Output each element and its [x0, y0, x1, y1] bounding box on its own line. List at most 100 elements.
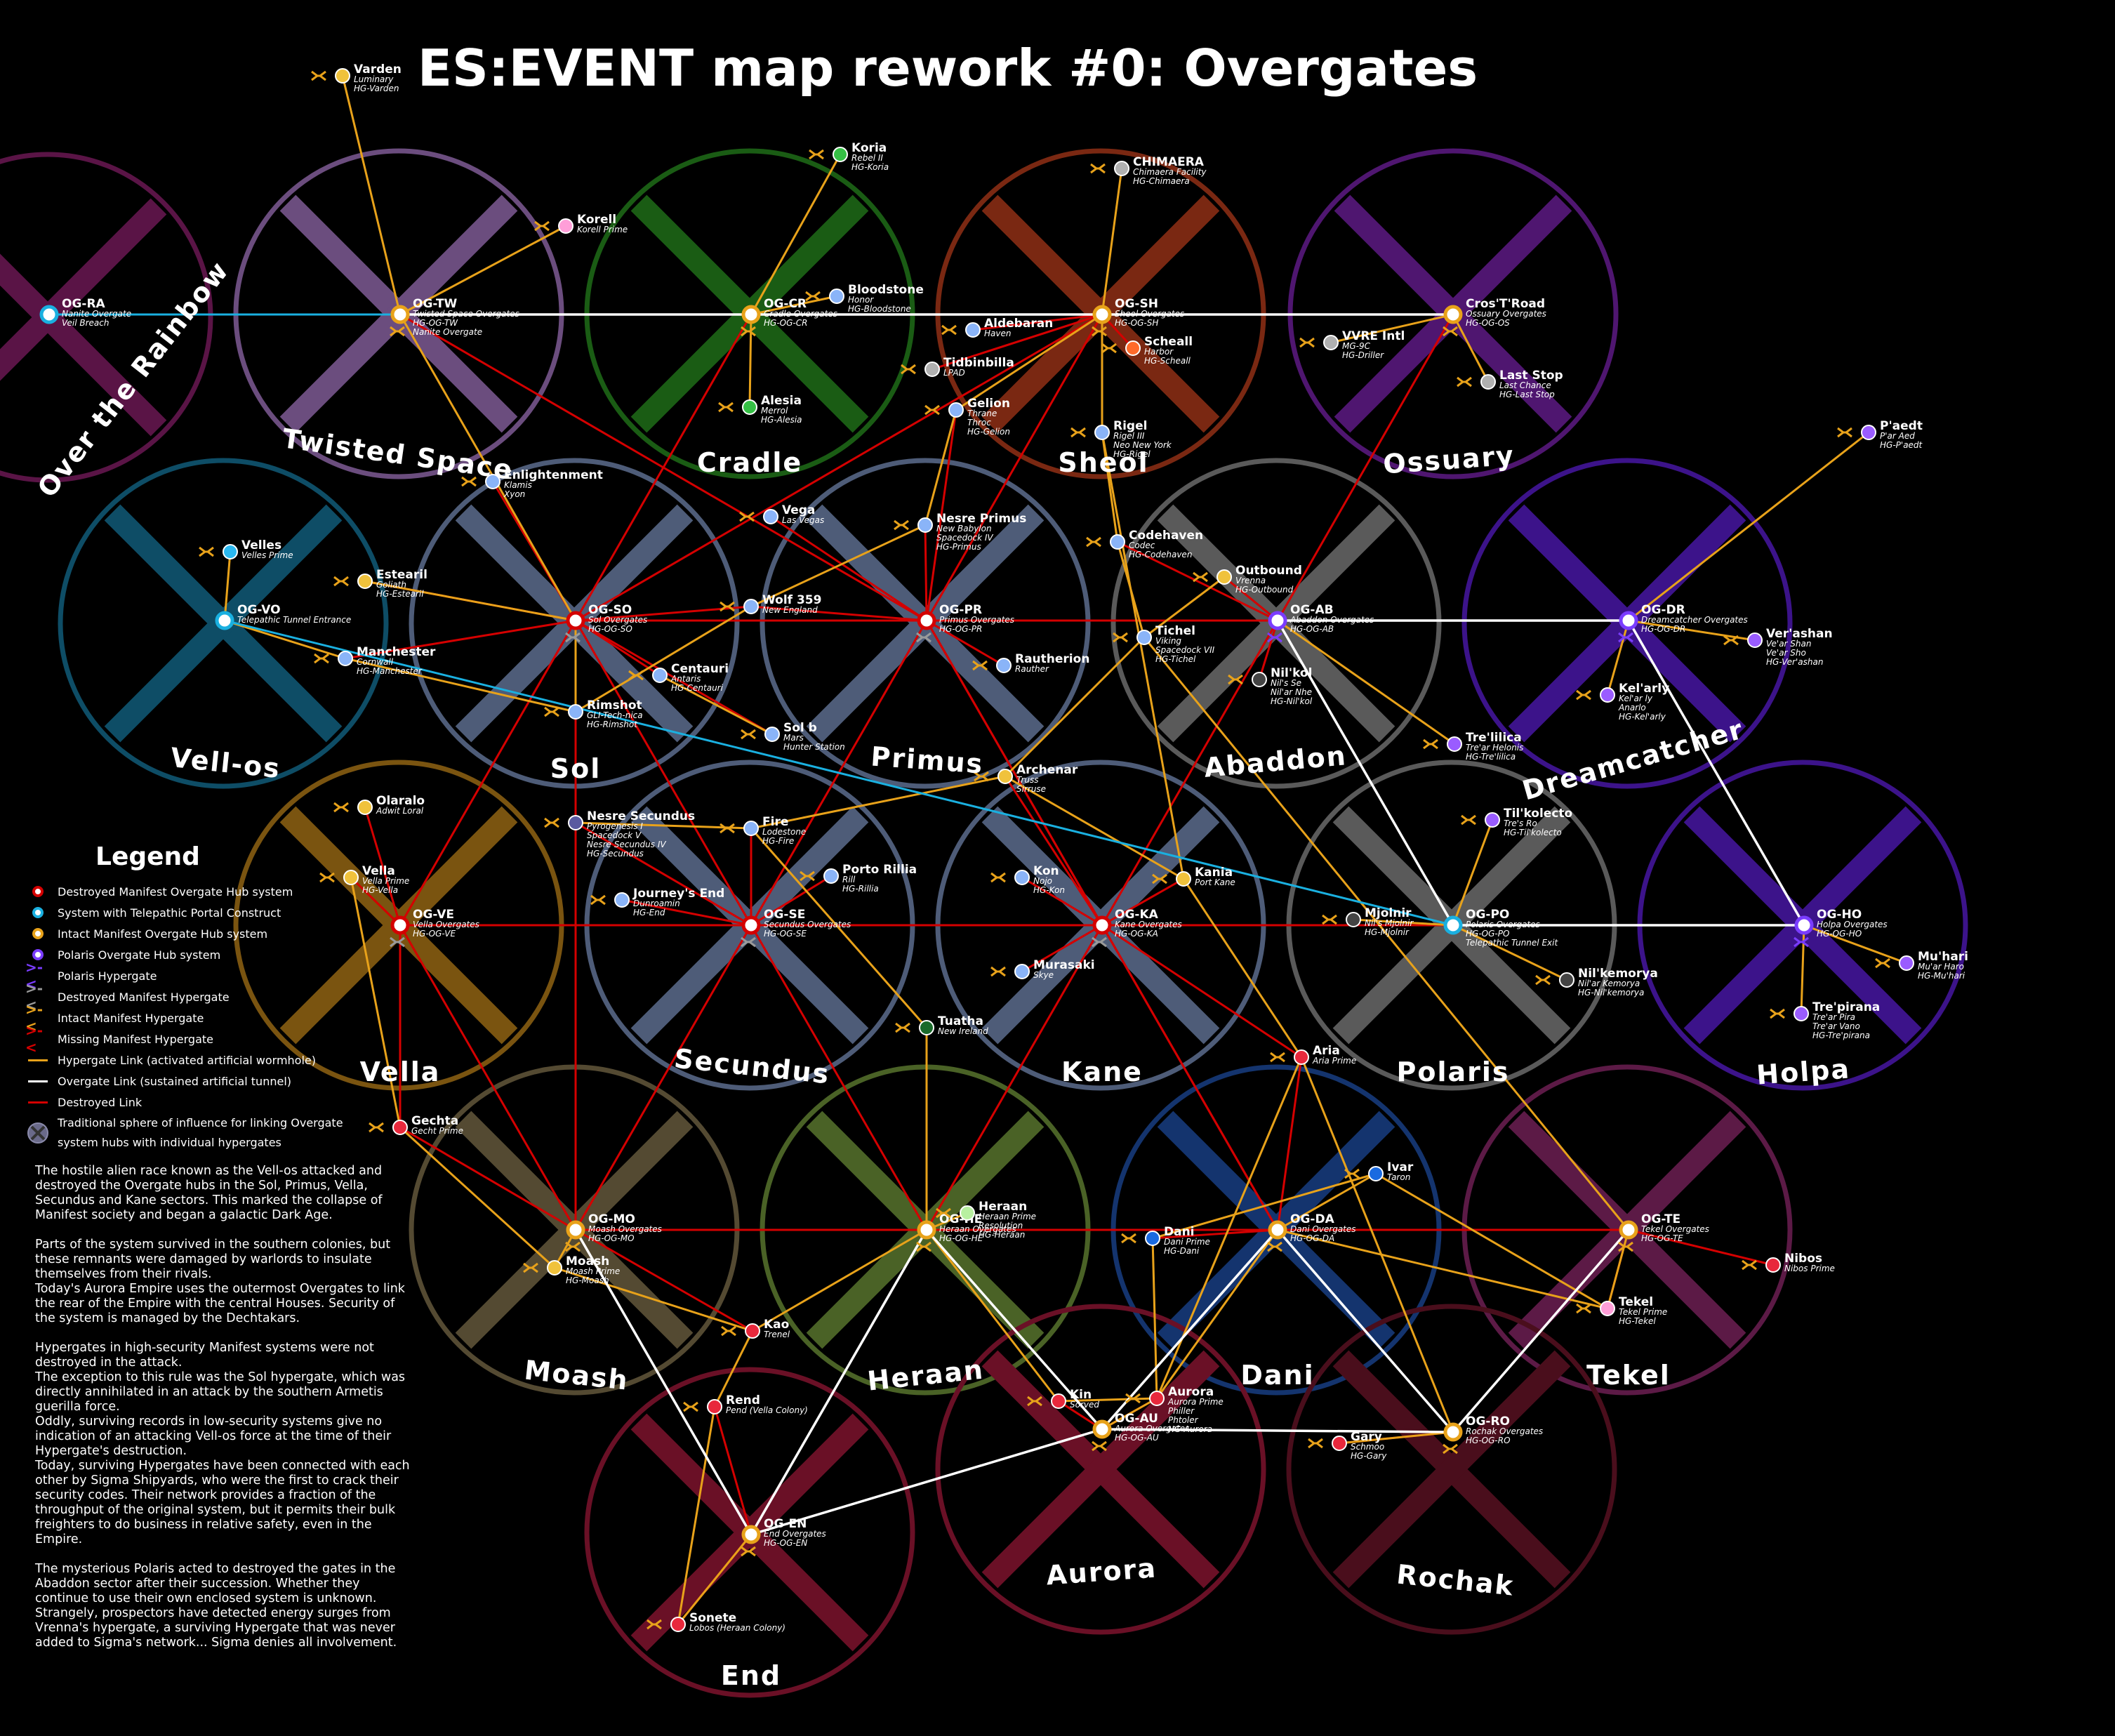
legend-label: Traditional sphere of influence for link…	[58, 1116, 343, 1149]
system-label: Gary Schmoo HG-Gary	[1351, 1430, 1387, 1461]
system-detail: HG-Rillia	[842, 884, 879, 894]
system-detail: Viking	[1155, 636, 1181, 646]
system-detail: HG-Alesia	[761, 415, 802, 425]
system-detail: Nil's Mjolnir	[1365, 918, 1414, 928]
system-detail: Adwit Loral	[376, 806, 424, 816]
system-detail: LPAD	[943, 368, 965, 378]
system-detail: Philler	[1168, 1406, 1195, 1416]
system-detail: HG-OG-PO	[1466, 929, 1509, 939]
legend: Legend Destroyed Manifest Overgate Hub s…	[25, 842, 418, 1153]
system-marker	[1252, 672, 1267, 687]
system-detail: HG-Codehaven	[1129, 550, 1192, 559]
hub-marker	[1619, 1220, 1638, 1240]
system-detail: Pyrogenesis I	[587, 821, 643, 831]
system-detail: HG-OG-HE	[939, 1233, 983, 1243]
system-marker	[1014, 964, 1030, 979]
system-detail: Resolution	[979, 1221, 1023, 1231]
system-detail: Schmoo	[1351, 1442, 1384, 1452]
system-detail: Dani Overgates	[1290, 1224, 1356, 1234]
system-detail: Secundus Overgates	[764, 920, 851, 929]
system-detail: HG-Chimaera	[1133, 176, 1190, 186]
system-detail: Port Kane	[1195, 877, 1235, 887]
system-detail: Moash Overgates	[588, 1224, 662, 1234]
system-marker	[1125, 340, 1141, 356]
system-marker	[338, 651, 353, 666]
system-detail: Dunroamin	[633, 899, 680, 908]
system-detail: Rill	[842, 875, 856, 884]
system-detail: Tekel Prime	[1619, 1307, 1667, 1317]
system-detail: Pend (Vella Colony)	[726, 1405, 808, 1415]
system-marker	[1600, 687, 1615, 703]
system-detail: New Babylon	[936, 524, 992, 534]
system-detail: Mu'ar Haro	[1918, 962, 1964, 972]
system-detail: Vella Overgates	[413, 920, 479, 929]
legend-label: Intact Manifest Hypergate	[58, 1011, 204, 1025]
system-detail: HG-Aurora	[1168, 1424, 1212, 1434]
system-detail: HG-OG-SO	[588, 624, 632, 634]
system-detail: HG-OG-PR	[939, 624, 982, 634]
system-detail: HG-Mu'hari	[1918, 971, 1965, 981]
system-detail: Ossuary Overgates	[1466, 309, 1546, 319]
hub-marker	[917, 1220, 936, 1240]
system-detail: HG-OG-RO	[1466, 1436, 1511, 1445]
system-detail: Dreamcatcher Overgates	[1641, 615, 1748, 625]
legend-label: Hypergate Link (activated artificial wor…	[58, 1053, 316, 1067]
hub-marker	[1092, 305, 1112, 324]
system-marker	[917, 517, 933, 533]
legend-item: Destroyed Link	[25, 1092, 418, 1113]
legend-label: Overgate Link (sustained artificial tunn…	[58, 1074, 292, 1088]
system-detail: HG-OG-TE	[1641, 1233, 1683, 1243]
system-detail: HG-Fire	[762, 836, 794, 846]
system-detail: End Overgates	[764, 1529, 826, 1539]
legend-item: System with Telepathic Portal Construct	[25, 902, 418, 923]
note-paragraph: The hostile alien race known as the Vell…	[35, 1164, 383, 1222]
system-marker	[960, 1205, 975, 1221]
system-marker	[1149, 1391, 1165, 1406]
lore-notes: The hostile alien race known as the Vell…	[35, 1164, 414, 1665]
system-label: Gechta Gecht Prime	[411, 1114, 463, 1136]
system-detail: HG-OG-AU	[1115, 1433, 1159, 1443]
system-detail: HG-OG-DR	[1641, 624, 1685, 634]
legend-label: Destroyed Manifest Hypergate	[58, 990, 230, 1004]
system-detail: Korell Prime	[577, 225, 628, 234]
hub-marker	[1794, 915, 1814, 935]
system-marker	[1014, 870, 1030, 885]
system-detail: HG-OG-OS	[1466, 318, 1510, 328]
system-marker	[335, 68, 350, 84]
hub-marker-icon	[25, 882, 51, 901]
system-detail: Spacedock V	[587, 830, 642, 840]
system-marker	[1480, 374, 1496, 390]
system-detail: HG-Manchester	[357, 666, 423, 676]
system-marker	[924, 362, 940, 377]
sector-label-cradle: Cradle	[697, 447, 802, 478]
system-detail: Luminary	[354, 74, 394, 84]
system-detail: Honor	[848, 295, 874, 305]
system-detail: Chimaera Facility	[1133, 167, 1207, 177]
system-marker	[1794, 1006, 1809, 1021]
system-detail: Abaddon Overgates	[1289, 615, 1374, 625]
system-marker	[1094, 425, 1110, 440]
system-marker	[1447, 736, 1462, 752]
system-marker	[996, 658, 1012, 673]
system-detail: Tre's Ro	[1504, 819, 1537, 828]
system-detail: Tre'ar Vano	[1812, 1021, 1860, 1031]
system-marker	[745, 1323, 760, 1339]
system-detail: Rebel II	[851, 153, 883, 163]
system-detail: Sorved	[1070, 1400, 1099, 1410]
system-detail: Primus Overgates	[939, 615, 1014, 625]
system-marker	[1114, 161, 1129, 176]
hub-marker	[1443, 915, 1463, 935]
system-marker	[1323, 335, 1339, 350]
hub-marker	[39, 305, 59, 324]
system-marker	[743, 599, 759, 614]
system-detail: HG-Nil'kemorya	[1578, 988, 1644, 998]
system-label: Kania Port Kane	[1195, 866, 1235, 887]
hub-marker	[1443, 305, 1463, 324]
system-detail: Anarlo	[1618, 703, 1646, 713]
system-detail: Ve'ar Sho	[1766, 648, 1806, 658]
system-detail: HG-Gelion	[967, 427, 1010, 437]
map-title: ES:EVENT map rework #0: Overgates	[418, 39, 1478, 98]
system-detail: HG-Mjolnir	[1365, 927, 1410, 937]
hub-marker	[566, 611, 585, 630]
legend-item: >-< Missing Manifest Hypergate	[25, 1022, 418, 1056]
